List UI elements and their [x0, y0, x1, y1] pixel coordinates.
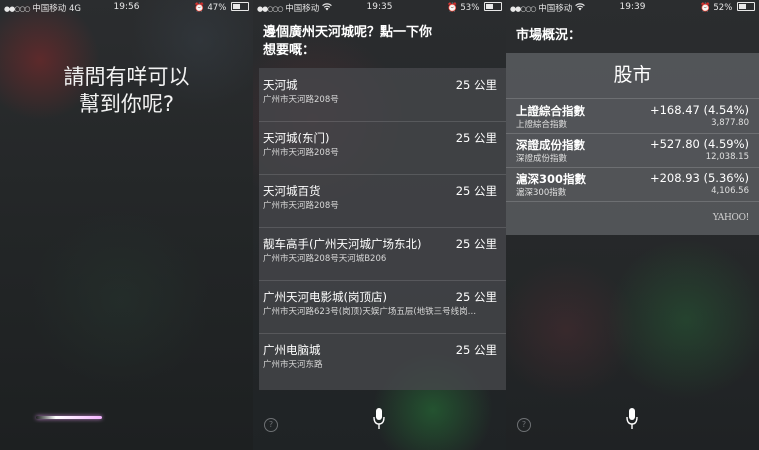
stock-subtitle: 深證成份指數	[516, 154, 568, 164]
market-overview-title: 市場概況：	[516, 28, 582, 43]
siri-prompt: 請問有咩可以 幫到你呢?	[0, 64, 253, 118]
stock-price: 3,877.80	[711, 118, 749, 128]
siri-question-line-1: 邊個廣州天河城呢？點一下你	[263, 25, 433, 40]
siri-stocks-screen: ●●○○○ 中国移动 19:39 ⏰ 52% 市場概況： 股市 上證綜合指數 上…	[506, 0, 759, 450]
place-result[interactable]: 天河城(东门) 广州市天河路208号 25 公里	[259, 121, 506, 175]
stock-row[interactable]: 滬深300指數 滬深300指數 +208.93 (5.36%) 4,106.56	[506, 167, 759, 202]
place-distance: 25 公里	[455, 78, 497, 92]
siri-question: 邊個廣州天河城呢？點一下你 想要嘅：	[263, 24, 498, 60]
stock-price: 12,038.15	[705, 152, 749, 162]
help-icon[interactable]: ?	[517, 418, 531, 432]
siri-waveform[interactable]	[36, 416, 102, 419]
place-distance: 25 公里	[455, 237, 497, 251]
place-result[interactable]: 天河城百货 广州市天河路208号 25 公里	[259, 174, 506, 228]
place-name: 天河城	[263, 78, 298, 92]
place-distance: 25 公里	[455, 343, 497, 357]
status-bar: ●●○○○ 中国移动 19:39 ⏰ 52%	[506, 0, 759, 14]
places-results-list: 天河城 广州市天河路208号 25 公里 天河城(东门) 广州市天河路208号 …	[259, 68, 506, 390]
place-name: 天河城百货	[263, 184, 321, 198]
battery-percent: 53%	[460, 3, 480, 13]
stock-subtitle: 滬深300指數	[516, 188, 567, 198]
siri-prompt-line-2: 幫到你呢?	[78, 92, 175, 116]
place-distance: 25 公里	[455, 290, 497, 304]
microphone-icon[interactable]	[373, 407, 385, 431]
stock-name: 滬深300指數	[516, 172, 587, 186]
place-address: 广州市天河路623号(岗顶)天娱广场五层(地铁三号线岗…	[263, 307, 477, 317]
battery-icon	[231, 2, 249, 11]
siri-places-screen: ●●○○○ 中国移动 19:35 ⏰ 53% 邊個廣州天河城呢？點一下你 想要嘅…	[253, 0, 506, 450]
stock-price: 4,106.56	[711, 186, 749, 196]
place-name: 靓车高手(广州天河城广场东北)	[263, 237, 422, 251]
status-bar: ●●○○○ 中国移动 4G 19:56 ⏰ 47%	[0, 0, 253, 14]
siri-home-screen: ●●○○○ 中国移动 4G 19:56 ⏰ 47% 請問有咩可以 幫到你呢?	[0, 0, 253, 450]
help-icon[interactable]: ?	[264, 418, 278, 432]
place-distance: 25 公里	[455, 184, 497, 198]
place-address: 广州市天河路208号	[263, 148, 339, 158]
stock-subtitle: 上證綜合指數	[516, 120, 568, 130]
place-address: 广州市天河路208号天河城B206	[263, 254, 387, 264]
place-result[interactable]: 广州电脑城 广州市天河东路 25 公里	[259, 333, 506, 386]
battery-icon	[737, 2, 755, 11]
place-result[interactable]: 靓车高手(广州天河城广场东北) 广州市天河路208号天河城B206 25 公里	[259, 227, 506, 281]
stock-name: 上證綜合指數	[516, 104, 585, 118]
place-name: 广州电脑城	[263, 343, 321, 357]
alarm-icon: ⏰	[447, 3, 458, 13]
stock-change: +527.80 (4.59%)	[649, 137, 749, 151]
stock-change: +208.93 (5.36%)	[649, 171, 749, 185]
alarm-icon: ⏰	[700, 3, 711, 13]
stock-row[interactable]: 上證綜合指數 上證綜合指數 +168.47 (4.54%) 3,877.80	[506, 99, 759, 134]
siri-prompt-line-1: 請問有咩可以	[63, 65, 190, 89]
place-result[interactable]: 广州天河电影城(岗顶店) 广州市天河路623号(岗顶)天娱广场五层(地铁三号线岗…	[259, 280, 506, 334]
place-address: 广州市天河路208号	[263, 201, 339, 211]
siri-question-line-2: 想要嘅：	[263, 43, 316, 58]
yahoo-logo: YAHOO!	[712, 213, 749, 223]
battery-percent: 47%	[207, 3, 227, 13]
stock-row[interactable]: 深證成份指數 深證成份指數 +527.80 (4.59%) 12,038.15	[506, 133, 759, 168]
place-address: 广州市天河路208号	[263, 95, 339, 105]
place-distance: 25 公里	[455, 131, 497, 145]
status-bar: ●●○○○ 中国移动 19:35 ⏰ 53%	[253, 0, 506, 14]
battery-percent: 52%	[713, 3, 733, 13]
alarm-icon: ⏰	[194, 3, 205, 13]
place-result[interactable]: 天河城 广州市天河路208号 25 公里	[259, 68, 506, 122]
place-name: 天河城(东门)	[263, 131, 330, 145]
place-name: 广州天河电影城(岗顶店)	[263, 290, 387, 304]
stocks-card[interactable]: 股市 上證綜合指數 上證綜合指數 +168.47 (4.54%) 3,877.8…	[506, 53, 759, 235]
microphone-icon[interactable]	[626, 407, 638, 431]
place-address: 广州市天河东路	[263, 360, 323, 370]
stock-name: 深證成份指數	[516, 138, 585, 152]
battery-icon	[484, 2, 502, 11]
stock-change: +168.47 (4.54%)	[649, 103, 749, 117]
stocks-card-title: 股市	[506, 53, 759, 99]
